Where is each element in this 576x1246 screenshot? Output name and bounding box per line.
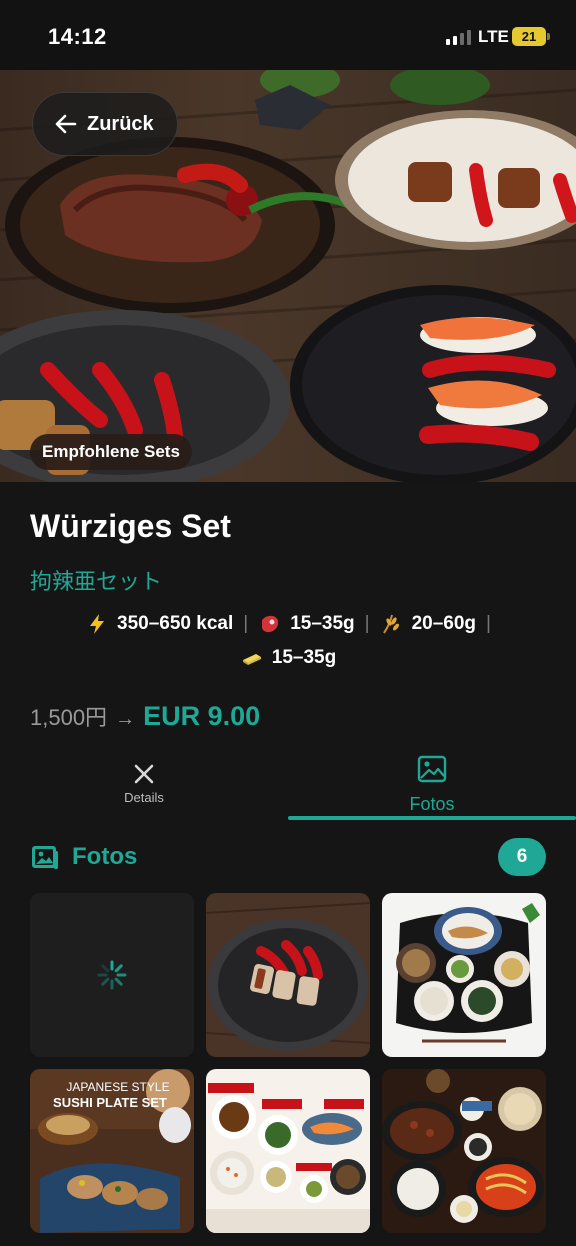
arrow-left-icon: [55, 114, 77, 134]
nutrition-row-2: 15–35g: [0, 646, 576, 670]
stat-protein: 15–35g: [258, 612, 355, 636]
photo-thumbnail-spicy-plate[interactable]: [206, 893, 370, 1057]
set-subtitle: 拘辣亜セット: [30, 569, 163, 594]
tab-fotos[interactable]: Fotos: [288, 752, 576, 820]
status-bar: 14:12 LTE 21: [0, 0, 576, 70]
price-row: 1,500円 → EUR 9.00: [30, 700, 260, 732]
photo-thumbnail-sushi-plate-set[interactable]: JAPANESE STYLE SUSHI PLATE SET: [30, 1069, 194, 1233]
stat-calories-value: 350–650 kcal: [117, 613, 234, 634]
loading-spinner-icon: [97, 960, 127, 990]
divider: |: [243, 613, 249, 634]
tab-fotos-label: Fotos: [409, 794, 455, 814]
back-button-label: Zurück: [87, 112, 154, 135]
stat-carbs: 20–60g: [380, 612, 476, 636]
photo-count-badge: 6: [498, 838, 546, 876]
battery-icon: 21: [512, 27, 550, 46]
divider: |: [486, 613, 491, 634]
photo-thumbnail-hot-pot-set[interactable]: [382, 1069, 546, 1233]
stat-fat: 15–35g: [240, 646, 336, 670]
tab-bar: Details Fotos: [0, 752, 576, 820]
lightning-icon: [90, 614, 105, 634]
grain-icon: [382, 614, 399, 634]
tab-details-label: Details: [124, 790, 164, 805]
status-time: 14:12: [48, 24, 107, 49]
price-converted: EUR 9.00: [143, 701, 261, 731]
tab-details[interactable]: Details: [0, 752, 288, 820]
price-original: 1,500円: [30, 705, 108, 730]
set-title: Würziges Set: [30, 508, 231, 544]
meat-icon: [262, 615, 279, 633]
sushi-overlay-line2: SUSHI PLATE SET: [53, 1095, 167, 1110]
photo-thumbnail-side-dishes[interactable]: [206, 1069, 370, 1233]
photos-section-title: Fotos: [72, 843, 138, 870]
signal-icon: [446, 29, 471, 45]
price-arrow: →: [115, 708, 136, 730]
divider: |: [364, 613, 370, 634]
utensils-icon: [134, 764, 154, 784]
stat-calories: 350–650 kcal: [85, 612, 233, 636]
butter-icon: [242, 654, 261, 665]
photos-section-header: Fotos 6: [30, 838, 546, 876]
nutrition-row-1: 350–650 kcal | 15–35g | 20–60g |: [0, 612, 576, 636]
photo-thumbnail-set-meal-tray[interactable]: [382, 893, 546, 1057]
stat-carbs-value: 20–60g: [411, 613, 477, 634]
network-label: LTE: [478, 27, 509, 46]
stat-fat-value: 15–35g: [271, 647, 337, 668]
active-tab-indicator: [288, 816, 576, 820]
photo-icon: [417, 755, 447, 783]
photo-thumbnail-loading[interactable]: [30, 893, 194, 1057]
recommended-sets-badge: Empfohlene Sets: [30, 434, 192, 470]
sushi-overlay-line1: JAPANESE STYLE: [66, 1080, 169, 1094]
photo-icon: [32, 846, 58, 869]
stat-protein-value: 15–35g: [290, 613, 355, 634]
back-button[interactable]: Zurück: [32, 92, 178, 156]
